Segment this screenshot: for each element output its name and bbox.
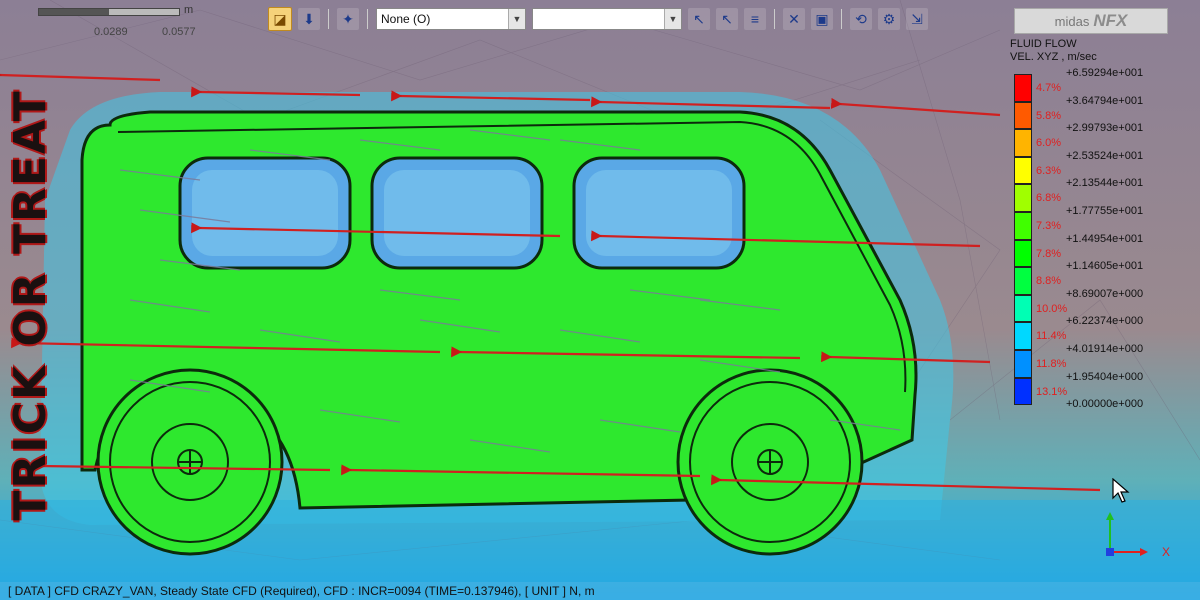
select-node-icon[interactable]: ↖ [688,8,710,30]
legend-value: +2.99793e+001 [1066,122,1144,135]
legend-color-swatch [1014,267,1032,295]
selection-filter-combo[interactable]: None (O) ▼ [376,8,526,30]
legend-value: +3.64794e+001 [1066,94,1144,107]
legend-percent: 13.1% [1036,385,1068,398]
legend-color-swatch [1014,294,1032,323]
move-icon[interactable]: ⇲ [906,8,928,30]
select-element-icon[interactable]: ↖ [716,8,738,30]
legend-value: +6.59294e+001 [1066,67,1144,79]
legend-percent: 4.7% [1036,82,1062,94]
rotate-icon[interactable]: ⟲ [850,8,872,30]
legend-percent: 6.0% [1036,137,1062,150]
legend-percent: 11.8% [1036,357,1067,370]
legend-title-line-2: VEL. XYZ , m/sec [1010,51,1097,63]
legend-value: +1.44954e+001 [1066,232,1144,245]
legend-title-line-1: FLUID FLOW [1010,38,1077,50]
scale-tick-1: 0.0289 [94,26,128,38]
hide-icon[interactable]: ▣ [811,8,833,30]
legend-color-swatch [1014,239,1032,268]
legend-value: +2.13544e+001 [1066,177,1144,190]
cross-select-icon[interactable]: ✕ [783,8,805,30]
legend-value: +4.01914e+000 [1066,342,1144,355]
van-windows [178,156,746,270]
legend-percent: 6.3% [1036,164,1062,177]
selection-filter-value: None (O) [381,12,431,26]
legend-percent: 7.8% [1036,247,1062,260]
legend-value: +1.95404e+000 [1066,370,1144,383]
legend-value: +2.53524e+001 [1066,149,1144,162]
list-icon[interactable]: ≡ [744,8,766,30]
view-toolbar: ◪ ⬇ ✦ None (O) ▼ ▼ ↖ ↖ ≡ ✕ ▣ ⟲ ⚙ ⇲ [268,6,928,32]
scale-bar-graphic [38,8,180,16]
toolbar-separator [841,9,842,29]
contour-legend: FLUID FLOW VEL. XYZ , m/sec 4.7% 5.8% 6.0%… [1010,38,1190,418]
legend-color-swatch [1014,101,1032,130]
toolbar-separator [367,9,368,29]
chevron-down-icon[interactable]: ▼ [508,9,525,29]
scale-tick-2: 0.0577 [162,26,196,38]
legend-percent: 7.3% [1036,219,1062,232]
settings-icon[interactable]: ⚙ [878,8,900,30]
model-viewport[interactable]: m 0.0289 0.0577 ◪ ⬇ ✦ None (O) ▼ ▼ ↖ ↖ ≡… [0,0,1200,600]
secondary-combo[interactable]: ▼ [532,8,682,30]
legend-percent: 5.8% [1036,109,1062,122]
legend-value: +6.22374e+000 [1066,315,1144,328]
mouse-cursor-icon [1112,478,1130,503]
legend-percent: 8.8% [1036,275,1062,288]
logo-brand: midas [1054,13,1090,29]
logo-product: NFX [1093,11,1128,30]
trick-or-treat-overlay: TRICK OR TREAT [5,89,56,521]
legend-value: +1.14605e+001 [1066,260,1144,273]
legend-value: +0.00000e+000 [1066,398,1144,411]
legend-value: +1.77755e+001 [1066,204,1144,217]
legend-color-swatch [1014,377,1032,406]
chevron-down-icon[interactable]: ▼ [664,9,681,29]
legend-color-swatch [1014,349,1032,378]
legend-value: +8.69007e+000 [1066,287,1144,300]
legend-color-swatch [1014,322,1032,350]
legend-percent: 6.8% [1036,192,1062,205]
legend-percentages: 4.7% 5.8% 6.0% 6.3% 6.8% 7.3% 7.8% 8.8% 10.0% 11.… [1036,81,1067,412]
wheel-rear [96,368,284,556]
scale-bar: m 0.0289 0.0577 [38,4,218,40]
legend-color-swatch [1014,74,1032,102]
axis-triad: X [1106,512,1170,559]
scale-unit: m [184,4,194,16]
legend-color-scale [1014,74,1032,406]
legend-color-swatch [1014,129,1032,157]
status-bar: [ DATA ] CFD CRAZY_VAN, Steady State CFD… [0,582,1200,600]
legend-color-swatch [1014,156,1032,185]
legend-color-swatch [1014,184,1032,212]
toolbar-separator [774,9,775,29]
legend-percent: 10.0% [1036,302,1068,315]
pick-icon[interactable]: ⬇ [298,8,320,30]
toolbar-separator [328,9,329,29]
select-mode-icon[interactable]: ◪ [268,7,292,31]
legend-color-swatch [1014,211,1032,240]
legend-percent: 11.4% [1036,330,1067,343]
axis-x-label: X [1162,545,1170,559]
legend-values: +6.59294e+001 +3.64794e+001 +2.99793e+001 +… [1066,66,1143,425]
midas-nfx-logo: midas NFX [1014,8,1168,34]
wheel-front [676,368,864,556]
snap-icon[interactable]: ✦ [337,8,359,30]
